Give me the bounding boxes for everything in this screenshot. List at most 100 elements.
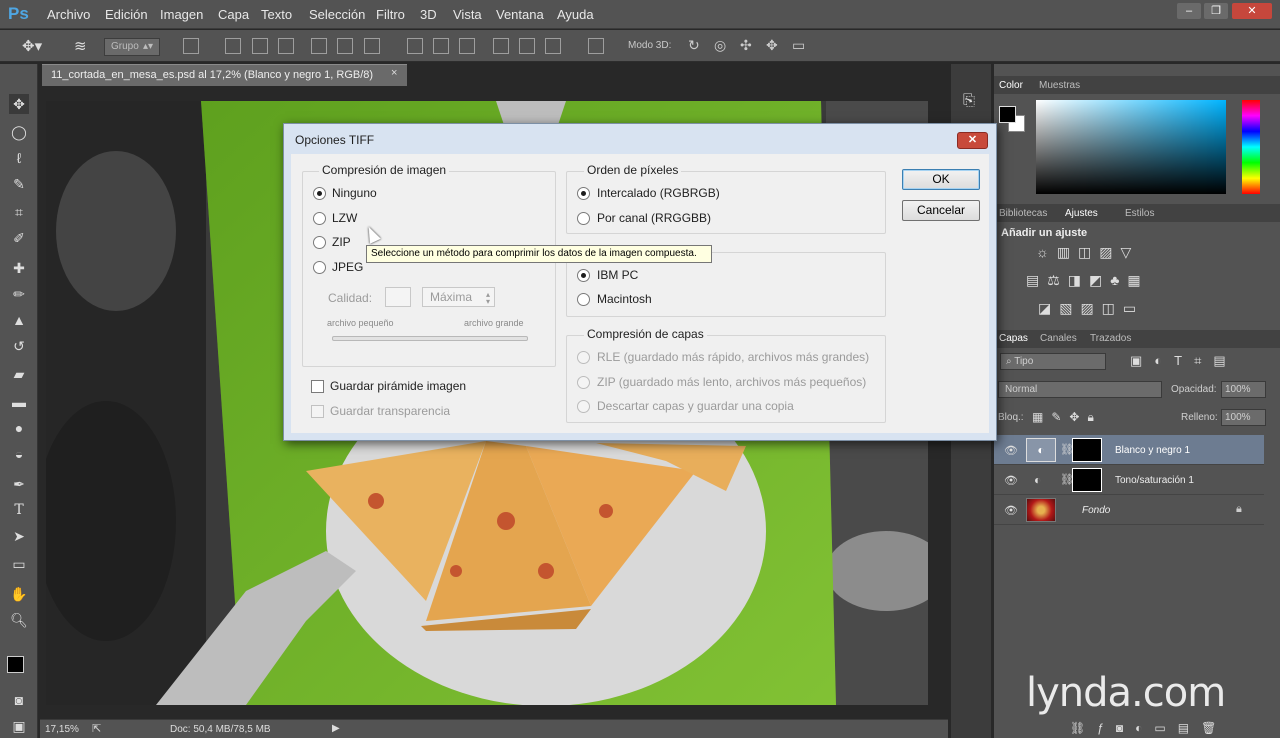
align-top-icon[interactable] bbox=[225, 38, 241, 54]
distribute-top-icon[interactable] bbox=[407, 38, 423, 54]
rle-radio[interactable] bbox=[577, 351, 590, 364]
zip-layers-radio[interactable] bbox=[577, 376, 590, 389]
save-pyramid-checkbox[interactable] bbox=[311, 380, 324, 393]
eraser-tool-icon[interactable]: ▰ bbox=[9, 364, 29, 384]
blend-mode-dropdown[interactable]: Normal bbox=[998, 381, 1162, 398]
roll-3d-icon[interactable]: ◎ bbox=[714, 37, 726, 54]
discard-layers-radio[interactable] bbox=[577, 400, 590, 413]
scale-3d-icon[interactable]: ▭ bbox=[792, 37, 805, 54]
ibm-pc-radio[interactable] bbox=[577, 269, 590, 282]
tab-capas[interactable]: Capas bbox=[999, 333, 1028, 344]
lock-icons[interactable]: ▦✎✥🔒︎ bbox=[1032, 410, 1102, 425]
slide-3d-icon[interactable]: ✥ bbox=[766, 37, 778, 54]
layer-row[interactable]: 👁︎ Fondo 🔒︎ bbox=[994, 495, 1264, 525]
hue-slider[interactable] bbox=[1242, 100, 1260, 194]
mask-thumb[interactable] bbox=[1072, 438, 1102, 462]
menu-ayuda[interactable]: Ayuda bbox=[557, 7, 594, 22]
document-tab[interactable]: 11_cortada_en_mesa_es.psd al 17,2% (Blan… bbox=[42, 64, 407, 86]
foreground-color-swatch[interactable] bbox=[7, 656, 24, 673]
opacity-input[interactable]: 100% bbox=[1221, 381, 1266, 398]
quality-select[interactable]: Máxima ▴ ▾ bbox=[422, 287, 495, 307]
brush-tool-icon[interactable]: ✏ bbox=[9, 284, 29, 304]
mask-thumb[interactable] bbox=[1072, 468, 1102, 492]
align-vcenter-icon[interactable] bbox=[252, 38, 268, 54]
quick-select-tool-icon[interactable]: ✎ bbox=[9, 174, 29, 194]
restore-button[interactable]: ❐ bbox=[1204, 3, 1228, 19]
pen-tool-icon[interactable]: ✒ bbox=[9, 474, 29, 494]
tab-trazados[interactable]: Trazados bbox=[1090, 333, 1131, 344]
stamp-tool-icon[interactable]: ▲ bbox=[9, 310, 29, 330]
history-panel-icon[interactable]: ⎘ bbox=[963, 92, 975, 109]
align-bottom-icon[interactable] bbox=[278, 38, 294, 54]
healing-tool-icon[interactable]: ✚ bbox=[9, 258, 29, 278]
layer-name[interactable]: Tono/saturación 1 bbox=[1115, 475, 1194, 486]
fg-color-swatch[interactable] bbox=[999, 106, 1016, 123]
type-tool-icon[interactable]: T bbox=[9, 500, 29, 520]
quick-mask-icon[interactable]: ◙ bbox=[9, 690, 29, 710]
menu-texto[interactable]: Texto bbox=[261, 7, 292, 22]
close-window-button[interactable]: ✕ bbox=[1232, 3, 1272, 19]
status-menu-arrow-icon[interactable]: ▶ bbox=[332, 723, 340, 734]
adjust-row3-icons[interactable]: ◪▧▨◫▭ bbox=[1038, 300, 1144, 317]
minimize-button[interactable]: – bbox=[1177, 3, 1201, 19]
distribute-right-icon[interactable] bbox=[545, 38, 561, 54]
layer-bottom-icons[interactable]: ⛓ƒ◙◐▭▤🗑︎ bbox=[1070, 721, 1228, 735]
compression-lzw-label[interactable]: LZW bbox=[332, 211, 357, 225]
distribute-left-icon[interactable] bbox=[493, 38, 509, 54]
align-hcenter-icon[interactable] bbox=[337, 38, 353, 54]
visibility-eye-icon[interactable]: 👁︎ bbox=[1004, 474, 1018, 487]
auto-select-dropdown[interactable]: Grupo ▴▾ bbox=[104, 38, 160, 56]
layer-name[interactable]: Blanco y negro 1 bbox=[1115, 445, 1190, 456]
hand-tool-icon[interactable]: ✋ bbox=[9, 584, 29, 604]
share-icon[interactable]: ⇱ bbox=[92, 722, 101, 735]
menu-ventana[interactable]: Ventana bbox=[496, 7, 544, 22]
compression-zip-radio[interactable] bbox=[313, 236, 326, 249]
auto-align-icon[interactable] bbox=[588, 38, 604, 54]
move-tool-icon[interactable]: ✥▾ bbox=[22, 37, 42, 55]
screen-mode-icon[interactable]: ▣ bbox=[9, 716, 29, 736]
macintosh-radio[interactable] bbox=[577, 293, 590, 306]
rotate-3d-icon[interactable]: ↻ bbox=[688, 37, 700, 54]
blur-tool-icon[interactable]: ● bbox=[9, 418, 29, 438]
quality-input[interactable] bbox=[385, 287, 411, 307]
menu-seleccion[interactable]: Selección bbox=[309, 7, 365, 22]
layer-filter-dropdown[interactable]: ⌕ Tipo bbox=[1000, 353, 1106, 370]
compression-jpeg-radio[interactable] bbox=[313, 261, 326, 274]
tab-estilos[interactable]: Estilos bbox=[1125, 208, 1154, 219]
visibility-eye-icon[interactable]: 👁︎ bbox=[1004, 444, 1018, 457]
dodge-tool-icon[interactable]: ◒ bbox=[9, 444, 29, 464]
compression-none-label[interactable]: Ninguno bbox=[332, 186, 377, 200]
layer-row[interactable]: 👁︎ ◐ ⛓ Tono/saturación 1 bbox=[994, 465, 1264, 495]
ok-button[interactable]: OK bbox=[902, 169, 980, 190]
compression-zip-label[interactable]: ZIP bbox=[332, 235, 351, 249]
tab-canales[interactable]: Canales bbox=[1040, 333, 1077, 344]
adjust-row2-icons[interactable]: ▤⚖◨◩♣▦ bbox=[1026, 272, 1149, 289]
align-left-icon[interactable] bbox=[311, 38, 327, 54]
menu-vista[interactable]: Vista bbox=[453, 7, 482, 22]
eyedropper-tool-icon[interactable]: ✐ bbox=[9, 228, 29, 248]
fill-input[interactable]: 100% bbox=[1221, 409, 1266, 426]
history-brush-icon[interactable]: ↺ bbox=[9, 336, 29, 356]
transform-controls-icon[interactable] bbox=[183, 38, 199, 54]
compression-none-radio[interactable] bbox=[313, 187, 326, 200]
align-right-icon[interactable] bbox=[364, 38, 380, 54]
zoom-level[interactable]: 17,15% bbox=[45, 724, 79, 735]
tab-bibliotecas[interactable]: Bibliotecas bbox=[999, 208, 1047, 219]
distribute-bottom-icon[interactable] bbox=[459, 38, 475, 54]
tab-muestras[interactable]: Muestras bbox=[1039, 80, 1080, 91]
visibility-eye-icon[interactable]: 👁︎ bbox=[1004, 504, 1018, 517]
auto-select-icon[interactable]: ≋ bbox=[74, 37, 87, 55]
layer-name[interactable]: Fondo bbox=[1082, 505, 1110, 516]
crop-tool-icon[interactable]: ⌗ bbox=[9, 202, 29, 222]
interleaved-label[interactable]: Intercalado (RGBRGB) bbox=[597, 186, 720, 200]
lasso-tool-icon[interactable]: ℓ bbox=[9, 148, 29, 168]
distribute-vcenter-icon[interactable] bbox=[433, 38, 449, 54]
menu-filtro[interactable]: Filtro bbox=[376, 7, 405, 22]
zoom-tool-icon[interactable]: 🔍︎ bbox=[9, 610, 29, 630]
pan-3d-icon[interactable]: ✣ bbox=[740, 37, 752, 54]
distribute-hcenter-icon[interactable] bbox=[519, 38, 535, 54]
move-tool-icon[interactable]: ✥ bbox=[9, 94, 29, 114]
menu-capa[interactable]: Capa bbox=[218, 7, 249, 22]
tab-ajustes[interactable]: Ajustes bbox=[1065, 208, 1098, 219]
menu-archivo[interactable]: Archivo bbox=[47, 7, 90, 22]
